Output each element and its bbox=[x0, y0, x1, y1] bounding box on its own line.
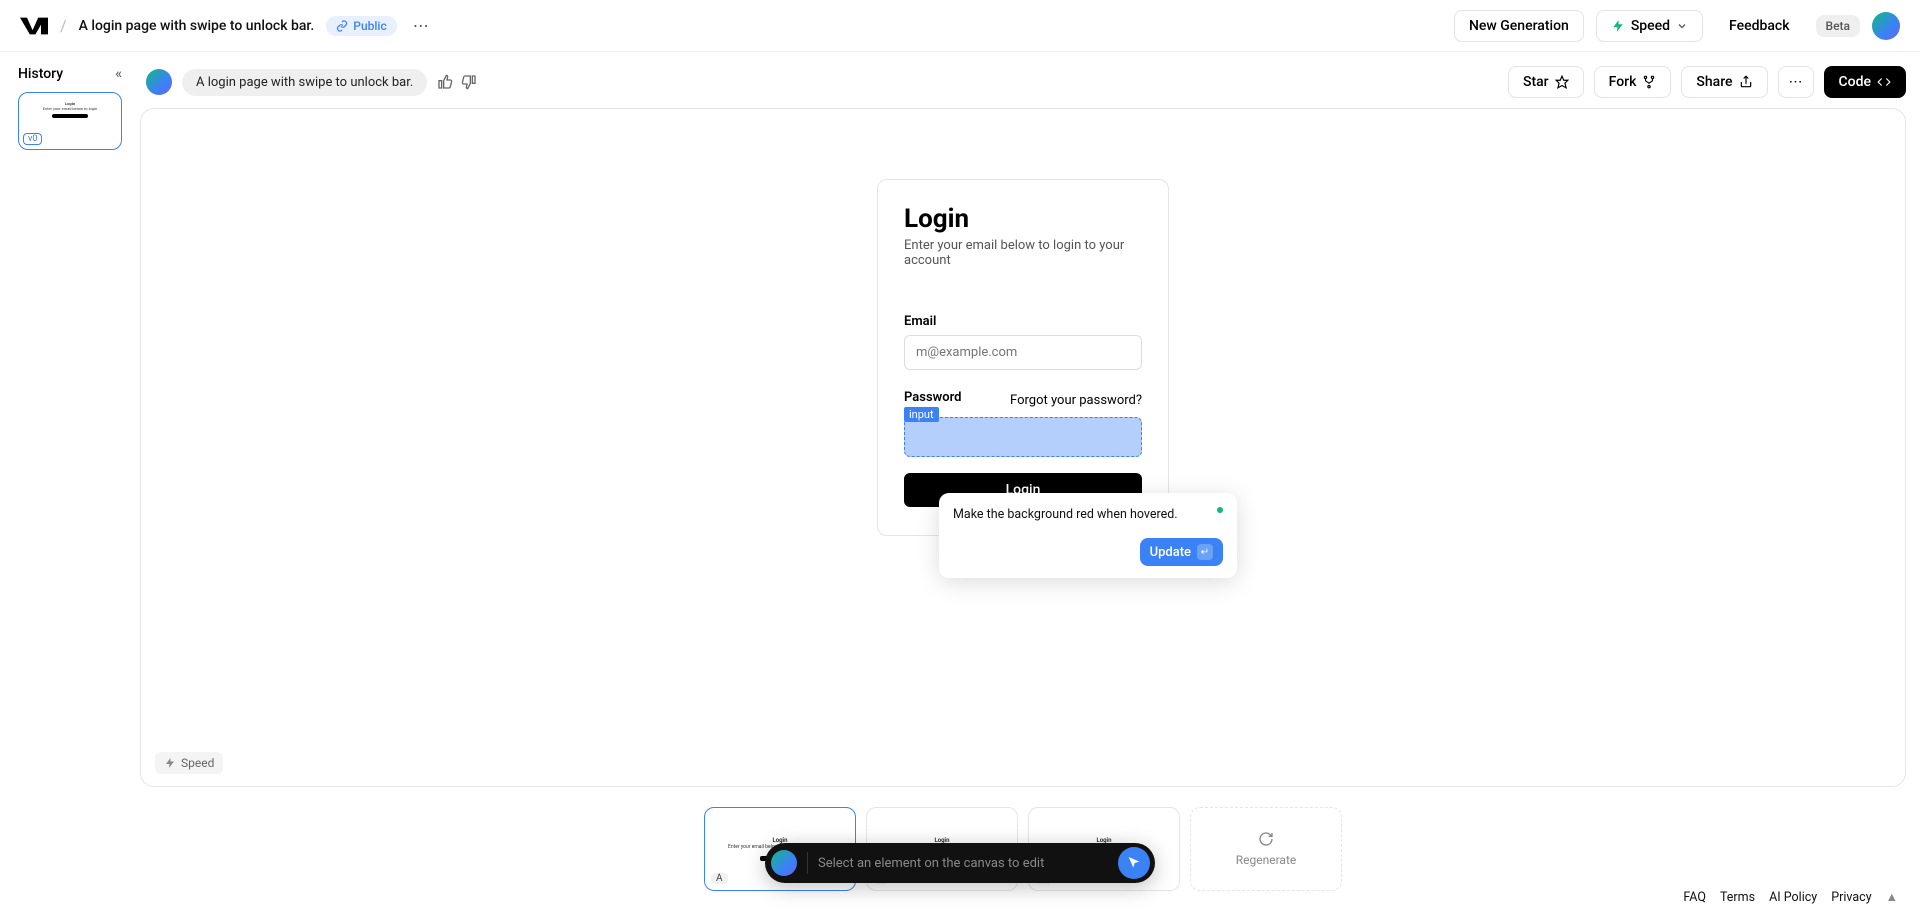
star-icon bbox=[1555, 75, 1569, 89]
canvas-edit-bar[interactable]: Select an element on the canvas to edit bbox=[765, 843, 1155, 883]
warning-icon[interactable]: ▲ bbox=[1886, 890, 1898, 905]
faq-link[interactable]: FAQ bbox=[1683, 890, 1706, 905]
code-icon bbox=[1877, 75, 1891, 89]
login-card: Login Enter your email below to login to… bbox=[877, 179, 1169, 536]
element-type-tag: input bbox=[904, 407, 939, 422]
popover-input-text[interactable]: Make the background red when hovered. bbox=[953, 507, 1223, 522]
login-subtitle: Enter your email below to login to your … bbox=[904, 238, 1142, 268]
beta-badge: Beta bbox=[1816, 15, 1860, 37]
chevron-down-icon bbox=[1676, 20, 1688, 32]
preview-canvas[interactable]: Login Enter your email below to login to… bbox=[140, 108, 1906, 787]
email-label: Email bbox=[904, 314, 1142, 329]
login-title: Login bbox=[904, 204, 1142, 234]
star-button[interactable]: Star bbox=[1508, 66, 1584, 98]
select-tool-button[interactable] bbox=[1118, 847, 1150, 879]
speed-dropdown[interactable]: Speed bbox=[1596, 10, 1703, 42]
fork-button[interactable]: Fork bbox=[1594, 66, 1672, 98]
logo-icon bbox=[20, 12, 48, 40]
toolbar-more-button[interactable]: ⋯ bbox=[1778, 66, 1814, 98]
canvas-toolbar: A login page with swipe to unlock bar. S… bbox=[140, 66, 1906, 98]
bottombar-avatar bbox=[771, 850, 797, 876]
bolt-icon bbox=[1611, 19, 1625, 33]
canvas-speed-tag: Speed bbox=[155, 752, 223, 774]
update-button[interactable]: Update ↵ bbox=[1140, 538, 1223, 566]
edit-popover: Make the background red when hovered. Up… bbox=[939, 493, 1237, 578]
bolt-icon bbox=[164, 757, 176, 769]
user-avatar[interactable] bbox=[1872, 12, 1900, 40]
thumbs-down-icon[interactable] bbox=[461, 74, 477, 90]
ai-policy-link[interactable]: AI Policy bbox=[1769, 890, 1817, 905]
password-input-selected[interactable]: input bbox=[904, 417, 1142, 457]
breadcrumb-title[interactable]: A login page with swipe to unlock bar. bbox=[79, 18, 315, 34]
more-icon[interactable]: ⋯ bbox=[409, 14, 433, 38]
footer-links: FAQ Terms AI Policy Privacy ▲ bbox=[1683, 890, 1898, 905]
generation-avatar bbox=[146, 69, 172, 95]
thumbs-up-icon[interactable] bbox=[437, 74, 453, 90]
history-title: History bbox=[18, 66, 63, 82]
speed-label: Speed bbox=[1631, 18, 1670, 34]
bottombar-placeholder: Select an element on the canvas to edit bbox=[818, 856, 1108, 871]
status-dot bbox=[1217, 507, 1223, 513]
forgot-password-link[interactable]: Forgot your password? bbox=[1010, 393, 1142, 408]
main-area: A login page with swipe to unlock bar. S… bbox=[140, 52, 1920, 911]
terms-link[interactable]: Terms bbox=[1720, 890, 1755, 905]
link-icon bbox=[336, 20, 348, 32]
visibility-label: Public bbox=[353, 19, 386, 33]
app-header: / A login page with swipe to unlock bar.… bbox=[0, 0, 1920, 52]
code-button[interactable]: Code bbox=[1824, 66, 1906, 98]
share-icon bbox=[1739, 75, 1753, 89]
collapse-sidebar-icon[interactable]: « bbox=[115, 66, 122, 82]
enter-key-icon: ↵ bbox=[1197, 544, 1213, 560]
feedback-button[interactable]: Feedback bbox=[1715, 11, 1803, 41]
history-thumbnail[interactable]: Login Enter your email below to login v0 bbox=[18, 92, 122, 150]
email-input[interactable] bbox=[904, 335, 1142, 370]
cursor-icon bbox=[1126, 855, 1142, 871]
password-label: Password bbox=[904, 390, 961, 405]
fork-icon bbox=[1642, 75, 1656, 89]
thumbnail-badge: v0 bbox=[23, 133, 42, 145]
share-button[interactable]: Share bbox=[1681, 66, 1767, 98]
thumbnail-preview: Login Enter your email below to login bbox=[23, 101, 117, 129]
prompt-chip: A login page with swipe to unlock bar. bbox=[182, 69, 427, 96]
privacy-link[interactable]: Privacy bbox=[1831, 890, 1871, 905]
variant-label: A bbox=[711, 873, 728, 884]
visibility-badge[interactable]: Public bbox=[326, 16, 396, 36]
breadcrumb-slash: / bbox=[60, 16, 67, 35]
regenerate-button[interactable]: Regenerate bbox=[1190, 807, 1342, 891]
refresh-icon bbox=[1258, 831, 1274, 847]
history-sidebar: History « Login Enter your email below t… bbox=[0, 52, 140, 911]
new-generation-button[interactable]: New Generation bbox=[1454, 10, 1584, 42]
